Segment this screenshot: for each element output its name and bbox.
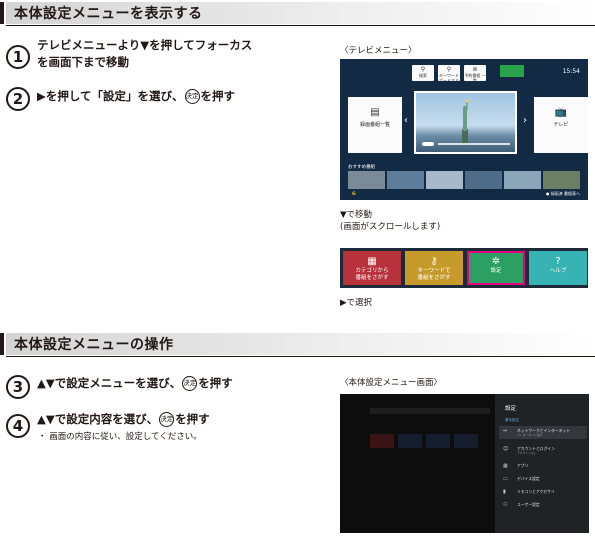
step-1-text: テレビメニューより▼を押してフォーカス を画面下まで移動 [37, 38, 253, 69]
section-heading-operate-menu: 本体設定メニューの操作 [0, 333, 595, 357]
tv-card: 📺 テレビ [534, 97, 588, 153]
settings-item-network[interactable]: ⇔ ネットワークとインターネット インターネット接続 [499, 426, 587, 439]
settings-screen-caption: 〈本体設定メニュー画面〉 [340, 378, 443, 388]
key-icon: ⚷ [430, 256, 438, 267]
clock: 15:54 [562, 68, 580, 75]
statue-of-liberty-image [462, 99, 469, 145]
tile-label: ヘルプ [549, 268, 567, 274]
step-number-3: 3 [6, 375, 30, 399]
device-icon: ▭ [503, 476, 508, 482]
keyword-icon: ⚲ キーワード ボードする [438, 65, 460, 83]
settings-screen-screenshot: 設定 基本設定 ⇔ ネットワークとインターネット インターネット接続 ☺ アカウ… [340, 394, 589, 533]
settings-title: 設定 [505, 406, 517, 412]
recommended-label: おすすめ番組 [348, 165, 375, 170]
step-number-2: 2 [6, 87, 30, 111]
remote-icon: ▮ [503, 489, 506, 495]
step-number-1: 1 [6, 45, 30, 69]
featured-image-card [414, 91, 517, 154]
heading-marker [0, 2, 4, 24]
user-icon: ⚇ [503, 502, 508, 508]
enter-key-icon: 決定 [184, 89, 200, 104]
section-heading-display-menu: 本体設定メニューを表示する [0, 2, 595, 26]
step-3-text: ▲▼で設定メニューを選び、 決定 を押す [37, 376, 233, 391]
step-2-text: ▶を押して「設定」を選び、 決定 を押す [37, 89, 235, 104]
tile-keyword-search[interactable]: ⚷ キーワードで 番組をさがす [405, 251, 463, 285]
brand-logo: G [352, 192, 356, 197]
enter-key-icon: 決定 [182, 376, 198, 391]
menu-tiles: ▦ カテゴリから 番組をさがす ⚷ キーワードで 番組をさがす ✲ 設定 ? ヘルプ [340, 248, 588, 288]
grid-icon: ▦ [367, 256, 377, 267]
select-caption: ▶で選択 [340, 298, 373, 308]
chevron-left-icon: ‹ [404, 115, 408, 126]
help-icon: ? [555, 256, 561, 267]
tile-settings[interactable]: ✲ 設定 [467, 251, 525, 285]
tile-label: カテゴリから 番組をさがす [355, 268, 389, 281]
recommended-thumbnails [348, 171, 580, 189]
tile-label: キーワードで 番組をさがす [417, 268, 451, 281]
film-icon: ▤ [370, 107, 380, 118]
tv-footer: ● 録画済 番組表へ [545, 191, 580, 196]
step-4-text: ▲▼で設定内容を選び、 決定 を押す [37, 412, 210, 427]
recorded-programs-card: ▤ 録画番組一覧 [348, 97, 402, 153]
tile-label: 設定 [490, 268, 502, 274]
step-number-4: 4 [6, 414, 30, 438]
step-4-note: ・ 画面の内容に従い、設定してください。 [38, 432, 202, 442]
account-icon: ☺ [503, 446, 509, 452]
settings-item-device[interactable]: ▭ デバイス設定 [499, 474, 587, 487]
search-icon: ⚲ 検索 [412, 65, 434, 81]
settings-panel: 設定 基本設定 ⇔ ネットワークとインターネット インターネット接続 ☺ アカウ… [495, 394, 589, 533]
tv-menu-screenshot: ⚲ 検索 ⚲ キーワード ボードする ⊚ 予約番組 一覧 15:54 ▤ 録画番組一覧 … [340, 59, 588, 200]
network-icon: ⇔ [503, 428, 508, 434]
settings-item-remote[interactable]: ▮ リモコンとアクセサリ [499, 487, 587, 500]
enter-key-icon: 決定 [159, 412, 175, 427]
section-title: 本体設定メニューの操作 [14, 337, 174, 353]
settings-item-apps[interactable]: ▦ アプリ [499, 461, 587, 474]
green-button-icon [500, 65, 524, 77]
gear-icon: ✲ [491, 256, 501, 267]
tv-icon: 📺 [554, 107, 568, 118]
settings-item-user[interactable]: ⚇ ユーザー設定 [499, 500, 587, 513]
move-caption: ▼で移動 (画面がスクロールします) [340, 210, 441, 232]
settings-item-account[interactable]: ☺ アカウントとログイン アカウントなし [499, 444, 587, 457]
tile-help[interactable]: ? ヘルプ [529, 251, 587, 285]
chevron-right-icon: › [523, 115, 527, 126]
reservation-icon: ⊚ 予約番組 一覧 [464, 65, 486, 83]
settings-subtitle: 基本設定 [505, 418, 519, 422]
section-title: 本体設定メニューを表示する [14, 6, 203, 22]
heading-marker [0, 333, 4, 355]
tile-category-search[interactable]: ▦ カテゴリから 番組をさがす [343, 251, 401, 285]
apps-icon: ▦ [503, 463, 508, 469]
tv-menu-caption: 〈テレビメニュー〉 [340, 46, 417, 56]
